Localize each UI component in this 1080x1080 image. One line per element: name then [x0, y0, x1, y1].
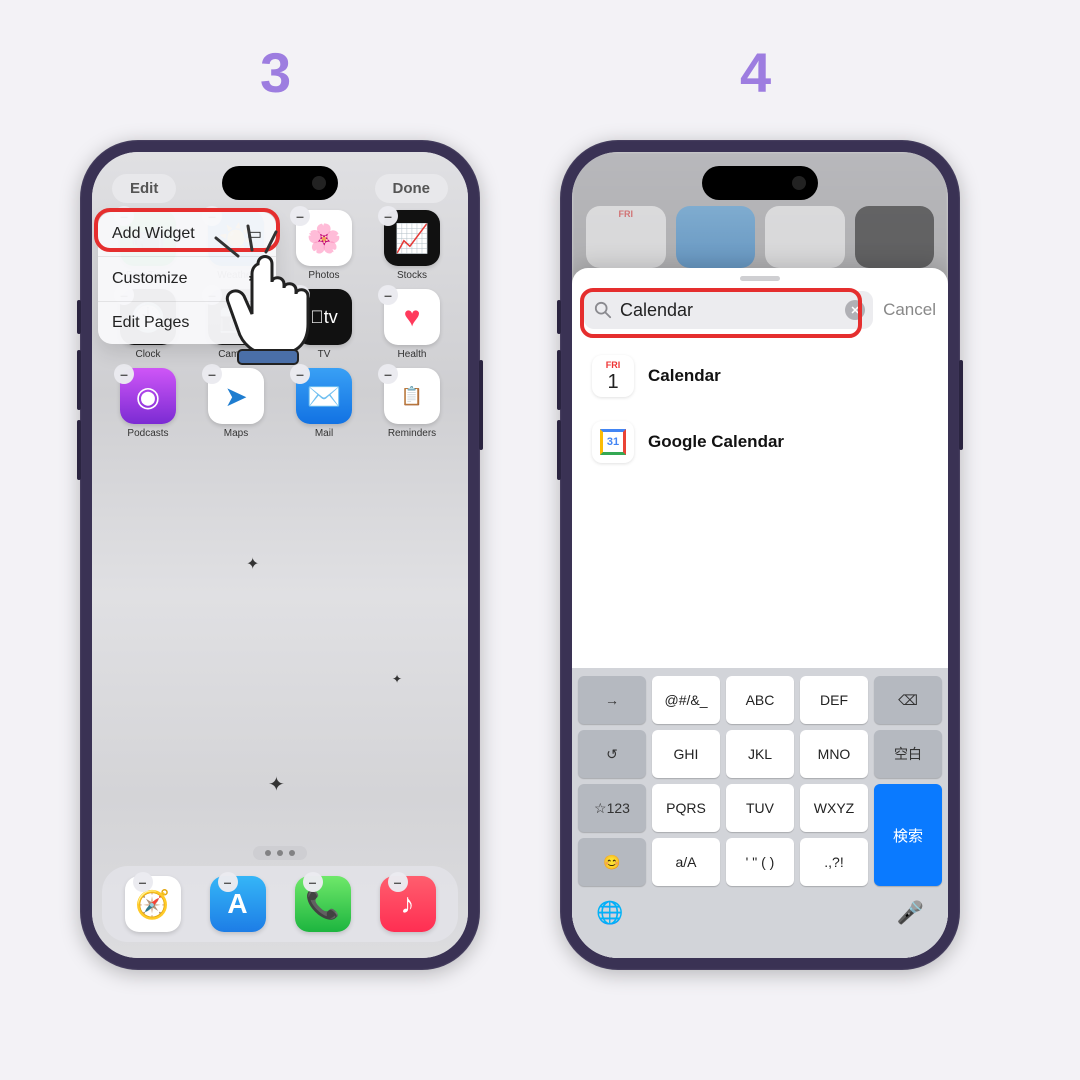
remove-icon[interactable]: – — [303, 872, 323, 892]
remove-icon[interactable]: – — [202, 364, 222, 384]
remove-icon[interactable]: – — [114, 364, 134, 384]
key-tuv[interactable]: TUV — [726, 784, 794, 832]
key-backspace[interactable]: ⌫ — [874, 676, 942, 724]
key-abc[interactable]: ABC — [726, 676, 794, 724]
keyboard: → @#/&_ ABC DEF ⌫ ↺ GHI JKL MNO 空白 ☆123 … — [572, 668, 948, 958]
remove-icon[interactable]: – — [378, 206, 398, 226]
app-phone[interactable]: –📞 — [295, 876, 351, 932]
key-quotes[interactable]: ' " ( ) — [726, 838, 794, 886]
widget-search-sheet: Calendar ✕ Cancel FRI 1 Calendar 31 — [572, 268, 948, 958]
app-maps[interactable]: –➤Maps — [194, 368, 278, 439]
key-next[interactable]: → — [578, 676, 646, 724]
phone-mockup-3: ✦ ✦ ✦ Edit Done –📹FaceTime –☀️Weather –🌸… — [80, 140, 480, 970]
google-calendar-icon: 31 — [592, 421, 634, 463]
step-number-3: 3 — [260, 40, 291, 105]
sparkle-icon: ✦ — [392, 672, 402, 686]
calendar-app-icon: FRI 1 — [592, 355, 634, 397]
remove-icon[interactable]: – — [218, 872, 238, 892]
key-123[interactable]: ☆123 — [578, 784, 646, 832]
app-reminders[interactable]: –📋Reminders — [370, 368, 454, 439]
menu-edit-pages[interactable]: Edit Pages — [98, 302, 276, 344]
mic-icon[interactable]: 🎤 — [897, 900, 924, 926]
done-button[interactable]: Done — [375, 174, 449, 203]
cancel-button[interactable]: Cancel — [883, 300, 936, 320]
key-pqrs[interactable]: PQRS — [652, 784, 720, 832]
result-google-calendar[interactable]: 31 Google Calendar — [572, 409, 948, 475]
customize-icon: ⚙ — [248, 269, 262, 289]
remove-icon[interactable]: – — [378, 285, 398, 305]
sparkle-icon: ✦ — [268, 772, 285, 797]
remove-icon[interactable]: – — [290, 285, 310, 305]
app-health[interactable]: –♥Health — [370, 289, 454, 360]
result-label: Google Calendar — [648, 432, 784, 452]
menu-label: Customize — [112, 270, 188, 288]
dynamic-island — [702, 166, 818, 200]
sparkle-icon: ✦ — [246, 554, 259, 574]
key-punct[interactable]: .,?! — [800, 838, 868, 886]
result-label: Calendar — [648, 366, 721, 386]
globe-icon[interactable]: 🌐 — [596, 900, 623, 926]
remove-icon[interactable]: – — [290, 206, 310, 226]
step-number-4: 4 — [740, 40, 771, 105]
menu-customize[interactable]: Customize ⚙ — [98, 257, 276, 302]
tutorial-highlight-add-widget — [94, 208, 280, 252]
remove-icon[interactable]: – — [290, 364, 310, 384]
key-wxyz[interactable]: WXYZ — [800, 784, 868, 832]
dynamic-island — [222, 166, 338, 200]
key-emoji[interactable]: 😊 — [578, 838, 646, 886]
key-def[interactable]: DEF — [800, 676, 868, 724]
app-music[interactable]: –♪ — [380, 876, 436, 932]
app-podcasts[interactable]: –◉Podcasts — [106, 368, 190, 439]
key-space[interactable]: 空白 — [874, 730, 942, 778]
app-safari[interactable]: –🧭 — [125, 876, 181, 932]
dock: –🧭 –A –📞 –♪ — [102, 866, 458, 942]
edit-button[interactable]: Edit — [112, 174, 176, 203]
key-undo[interactable]: ↺ — [578, 730, 646, 778]
key-symbols[interactable]: @#/&_ — [652, 676, 720, 724]
app-tv[interactable]: –tvTV — [282, 289, 366, 360]
key-ghi[interactable]: GHI — [652, 730, 720, 778]
remove-icon[interactable]: – — [133, 872, 153, 892]
app-photos[interactable]: –🌸Photos — [282, 210, 366, 281]
menu-label: Edit Pages — [112, 314, 189, 332]
app-appstore[interactable]: –A — [210, 876, 266, 932]
app-stocks[interactable]: –📈Stocks — [370, 210, 454, 281]
tutorial-highlight-search — [580, 288, 862, 338]
remove-icon[interactable]: – — [378, 364, 398, 384]
sheet-drag-handle[interactable] — [740, 276, 780, 281]
search-results: FRI 1 Calendar 31 Google Calendar — [572, 339, 948, 479]
remove-icon[interactable]: – — [388, 872, 408, 892]
result-calendar[interactable]: FRI 1 Calendar — [572, 343, 948, 409]
app-mail[interactable]: –✉️Mail — [282, 368, 366, 439]
key-case[interactable]: a/A — [652, 838, 720, 886]
phone-mockup-4: FRI Calendar ✕ Cancel FRI 1 — [560, 140, 960, 970]
key-jkl[interactable]: JKL — [726, 730, 794, 778]
key-mno[interactable]: MNO — [800, 730, 868, 778]
page-indicator[interactable] — [253, 846, 307, 860]
